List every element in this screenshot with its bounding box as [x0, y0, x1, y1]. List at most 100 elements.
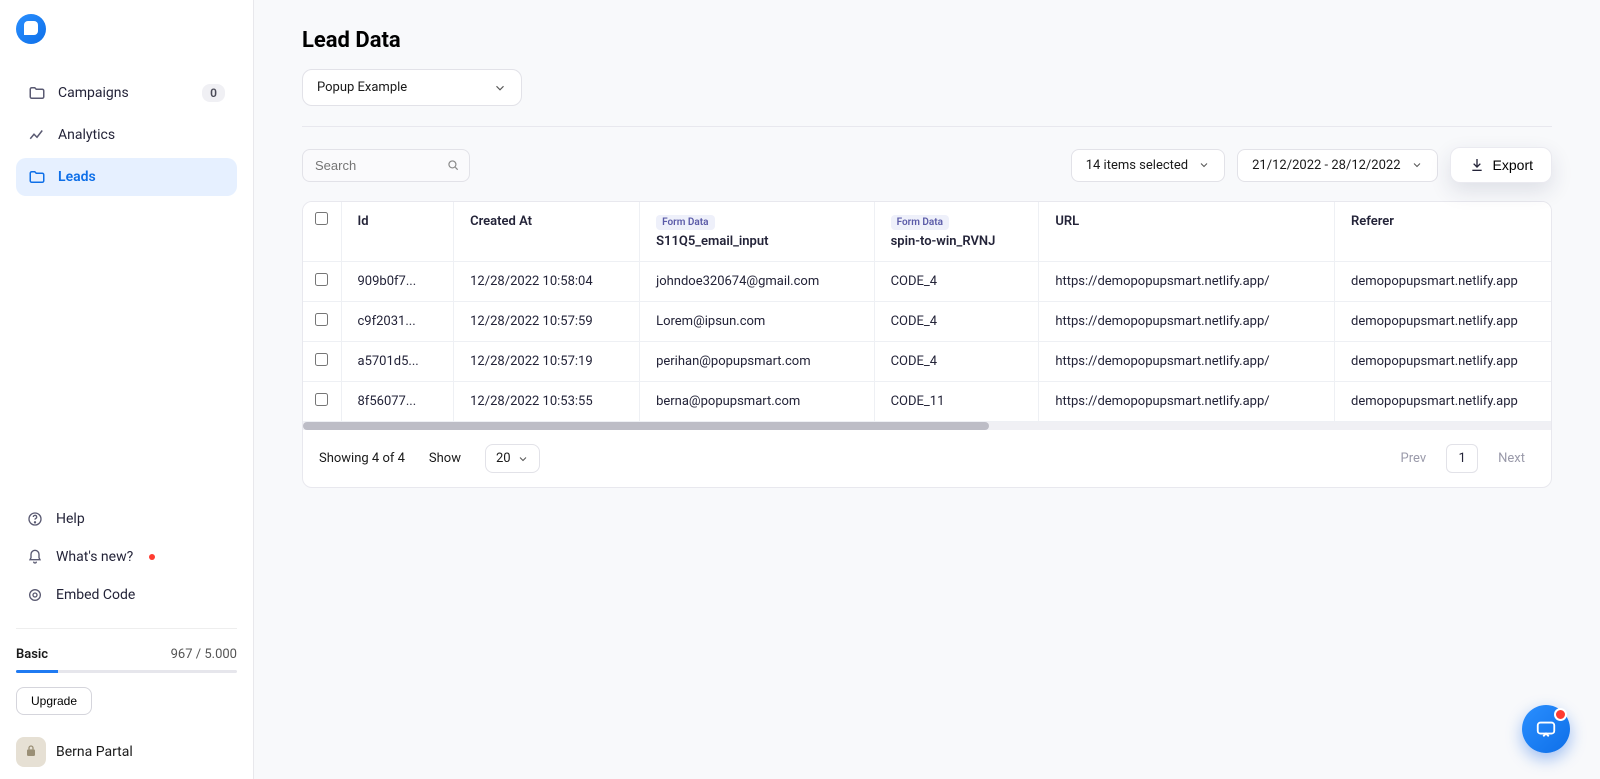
showing-count: Showing 4 of 4	[319, 451, 405, 466]
sidebar-item-analytics[interactable]: Analytics	[16, 116, 237, 154]
row-checkbox[interactable]	[315, 353, 328, 366]
table-row: a5701d5...12/28/2022 10:57:19perihan@pop…	[303, 342, 1551, 382]
cell-referer: demopopupsmart.netlify.app	[1335, 262, 1551, 302]
secondary-nav: Help What's new? Embed Code	[16, 502, 237, 616]
campaigns-count-badge: 0	[202, 84, 225, 102]
form-data-tag: Form Data	[656, 215, 714, 230]
cell-spin: CODE_4	[874, 342, 1039, 382]
cell-url: https://demopopupsmart.netlify.app/	[1039, 342, 1335, 382]
table-footer: Showing 4 of 4 Show 20 Prev 1 Next	[303, 430, 1551, 487]
page-size-value: 20	[496, 451, 511, 466]
row-select-cell	[303, 382, 341, 422]
col-spin: Form Data spin-to-win_RVNJ	[874, 202, 1039, 262]
row-checkbox[interactable]	[315, 393, 328, 406]
sidebar-item-help[interactable]: Help	[16, 502, 237, 536]
download-icon	[1469, 157, 1485, 173]
cell-spin: CODE_11	[874, 382, 1039, 422]
cell-spin: CODE_4	[874, 302, 1039, 342]
folder-icon	[28, 84, 46, 102]
table-row: 909b0f7...12/28/2022 10:58:04johndoe3206…	[303, 262, 1551, 302]
cell-url: https://demopopupsmart.netlify.app/	[1039, 262, 1335, 302]
row-select-cell	[303, 262, 341, 302]
page-size-select[interactable]: 20	[485, 444, 540, 473]
date-range-picker[interactable]: 21/12/2022 - 28/12/2022	[1237, 149, 1437, 182]
chevron-down-icon	[1411, 159, 1423, 171]
user-row[interactable]: Berna Partal	[16, 737, 237, 767]
plan-tier: Basic	[16, 647, 48, 662]
avatar	[16, 737, 46, 767]
cell-created: 12/28/2022 10:53:55	[454, 382, 640, 422]
scrollbar-thumb[interactable]	[303, 422, 989, 430]
export-label: Export	[1493, 157, 1533, 173]
prev-button[interactable]: Prev	[1391, 445, 1437, 472]
pager: Prev 1 Next	[1391, 444, 1535, 473]
campaign-selected: Popup Example	[317, 80, 407, 95]
plan-quota: 967 / 5.000	[171, 647, 237, 662]
col-created: Created At	[454, 202, 640, 262]
sidebar-item-campaigns[interactable]: Campaigns 0	[16, 74, 237, 112]
cell-created: 12/28/2022 10:57:19	[454, 342, 640, 382]
notification-dot	[149, 554, 155, 560]
leads-icon	[28, 168, 46, 186]
cell-created: 12/28/2022 10:58:04	[454, 262, 640, 302]
cell-referer: demopopupsmart.netlify.app	[1335, 382, 1551, 422]
columns-selected-dropdown[interactable]: 14 items selected	[1071, 149, 1225, 182]
sidebar-item-label: Analytics	[58, 127, 115, 143]
cell-email: perihan@popupsmart.com	[640, 342, 875, 382]
help-icon	[26, 510, 44, 528]
next-button[interactable]: Next	[1488, 445, 1535, 472]
col-email-label: S11Q5_email_input	[656, 234, 768, 249]
export-button[interactable]: Export	[1450, 147, 1552, 183]
select-all-checkbox[interactable]	[315, 212, 328, 225]
col-id: Id	[341, 202, 454, 262]
table-container: Id Created At Form Data S11Q5_email_inpu…	[302, 201, 1552, 488]
table-scroll[interactable]: Id Created At Form Data S11Q5_email_inpu…	[303, 202, 1551, 422]
row-checkbox[interactable]	[315, 313, 328, 326]
col-email: Form Data S11Q5_email_input	[640, 202, 875, 262]
cell-id: a5701d5...	[341, 342, 454, 382]
col-url: URL	[1039, 202, 1335, 262]
primary-nav: Campaigns 0 Analytics Leads	[16, 74, 237, 200]
search-wrap	[302, 149, 470, 182]
row-checkbox[interactable]	[315, 273, 328, 286]
sidebar-item-label: Leads	[58, 169, 96, 185]
toolbar: 14 items selected 21/12/2022 - 28/12/202…	[302, 147, 1552, 183]
upgrade-button[interactable]: Upgrade	[16, 687, 92, 715]
cell-referer: demopopupsmart.netlify.app	[1335, 342, 1551, 382]
form-data-tag: Form Data	[891, 215, 949, 230]
chat-fab[interactable]	[1522, 705, 1570, 753]
cell-created: 12/28/2022 10:57:59	[454, 302, 640, 342]
chat-icon	[1535, 718, 1557, 740]
plan-progress	[16, 670, 237, 673]
horizontal-scrollbar[interactable]	[303, 422, 1551, 430]
col-referer: Referer	[1335, 202, 1551, 262]
cell-email: berna@popupsmart.com	[640, 382, 875, 422]
plan-box: Basic 967 / 5.000 Upgrade	[16, 628, 237, 715]
brand-logo[interactable]	[16, 14, 46, 44]
cell-url: https://demopopupsmart.netlify.app/	[1039, 382, 1335, 422]
cell-spin: CODE_4	[874, 262, 1039, 302]
table-row: c9f2031...12/28/2022 10:57:59Lorem@ipsun…	[303, 302, 1551, 342]
sidebar-item-label: Help	[56, 511, 85, 527]
sidebar-item-leads[interactable]: Leads	[16, 158, 237, 196]
row-select-cell	[303, 342, 341, 382]
page-number[interactable]: 1	[1446, 444, 1478, 473]
sidebar-item-embed[interactable]: Embed Code	[16, 578, 237, 612]
search-input[interactable]	[302, 149, 470, 182]
col-select-all	[303, 202, 341, 262]
sidebar-item-label: What's new?	[56, 549, 133, 565]
target-icon	[26, 586, 44, 604]
leads-table: Id Created At Form Data S11Q5_email_inpu…	[303, 202, 1551, 422]
cell-id: 8f56077...	[341, 382, 454, 422]
section-divider	[302, 126, 1552, 127]
user-name: Berna Partal	[56, 744, 133, 760]
chevron-down-icon	[493, 81, 507, 95]
row-select-cell	[303, 302, 341, 342]
campaign-dropdown[interactable]: Popup Example	[302, 69, 522, 106]
sidebar-item-label: Embed Code	[56, 587, 135, 603]
date-range-label: 21/12/2022 - 28/12/2022	[1252, 158, 1400, 173]
cell-id: c9f2031...	[341, 302, 454, 342]
sidebar-item-whatsnew[interactable]: What's new?	[16, 540, 237, 574]
sidebar: Campaigns 0 Analytics Leads Help	[0, 0, 254, 779]
cell-email: johndoe320674@gmail.com	[640, 262, 875, 302]
